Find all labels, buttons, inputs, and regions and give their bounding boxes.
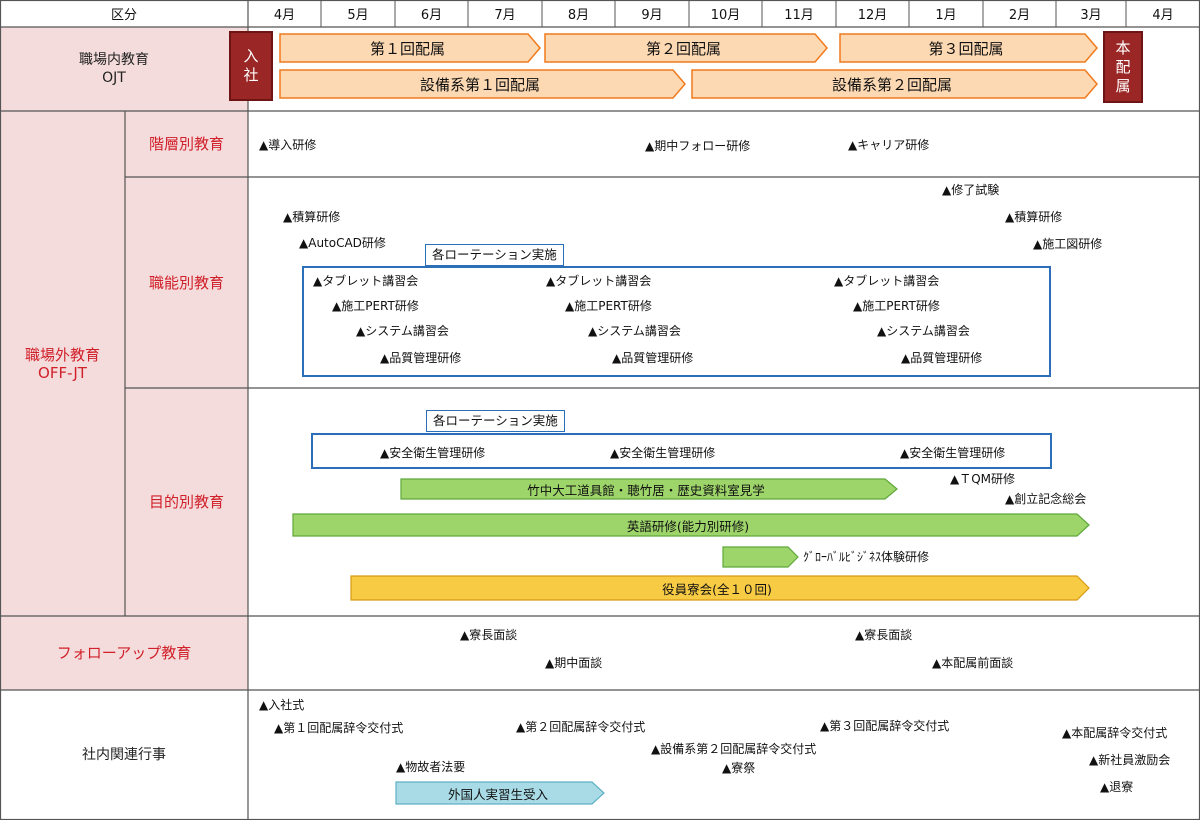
- bar-english: 英語研修(能力別研修): [626, 518, 750, 534]
- event-autocad: ▲AutoCAD研修: [299, 236, 386, 250]
- month-feb: 2月: [1008, 8, 1031, 23]
- month-mar: 3月: [1080, 8, 1102, 23]
- month-dec: 12月: [857, 8, 888, 23]
- month-nov: 11月: [784, 8, 814, 23]
- row-label-follow: フォローアップ教育: [56, 644, 192, 662]
- rot-anzen-3: ▲安全衛生管理研修: [900, 446, 1006, 460]
- rot-pert-1: ▲施工PERT研修: [332, 299, 419, 313]
- event-donyu: ▲導入研修: [259, 138, 317, 152]
- row-label-shokuno: 職能別教育: [148, 273, 224, 292]
- event-jirei-3: ▲第３回配属辞令交付式: [820, 719, 950, 733]
- event-jirei-setsubi2: ▲設備系第２回配属辞令交付式: [651, 742, 817, 756]
- rot-tablet-2: ▲タブレット講習会: [546, 274, 652, 288]
- rot-system-3: ▲システム講習会: [877, 324, 970, 338]
- rot-system-2: ▲システム講習会: [588, 324, 681, 338]
- event-shuryo: ▲修了試験: [942, 183, 1000, 197]
- month-oct: 10月: [710, 8, 741, 23]
- event-soritsu: ▲創立記念総会: [1005, 492, 1087, 506]
- mokuteki-rotation-label: 各ローテーション実施: [426, 410, 565, 432]
- event-nyushashiki: ▲入社式: [259, 698, 305, 712]
- event-kichu-follow: ▲期中フォロー研修: [645, 139, 751, 153]
- event-ryosai: ▲寮祭: [722, 761, 756, 775]
- row-label-offjt: 職場外教育 OFF-JT: [24, 345, 100, 382]
- event-ryocho-1: ▲寮長面談: [460, 628, 518, 642]
- event-sekozu: ▲施工図研修: [1033, 237, 1103, 251]
- month-jul: 7月: [494, 8, 516, 23]
- event-sekisan-1: ▲積算研修: [283, 210, 341, 224]
- row-label-mokuteki: 目的別教育: [148, 493, 224, 511]
- rot-system-1: ▲システム講習会: [356, 324, 449, 338]
- setsubi2-label: 設備系第２回配属: [831, 75, 952, 94]
- month-sep: 9月: [641, 8, 663, 23]
- haizoku1-label: 第１回配属: [369, 39, 445, 58]
- event-tqm: ▲ＴQM研修: [950, 472, 1016, 486]
- shokuno-rotation-label: 各ローテーション実施: [425, 244, 564, 266]
- event-career: ▲キャリア研修: [848, 138, 930, 152]
- month-jan: 1月: [935, 8, 957, 23]
- haizoku2-label: 第２回配属: [645, 39, 721, 58]
- event-hoyo: ▲物故者法要: [396, 760, 466, 774]
- bar-yakuin: 役員寮会(全１０回): [662, 581, 772, 597]
- rot-hinshitsu-1: ▲品質管理研修: [380, 351, 462, 365]
- month-may: 5月: [347, 8, 369, 23]
- event-jirei-2: ▲第２回配属辞令交付式: [516, 720, 646, 734]
- month-apr: 4月: [273, 8, 296, 23]
- rot-hinshitsu-2: ▲品質管理研修: [612, 351, 694, 365]
- bar-gaikokujin: 外国人実習生受入: [447, 786, 548, 802]
- honhaizoku-box: 本 配 属: [1103, 31, 1143, 103]
- label-global: ｸﾞﾛｰﾊﾞﾙﾋﾞｼﾞﾈｽ体験研修: [803, 550, 930, 564]
- event-gekireikai: ▲新社員激励会: [1089, 753, 1171, 767]
- month-apr-next: 4月: [1152, 8, 1174, 23]
- event-ryocho-2: ▲寮長面談: [855, 628, 913, 642]
- event-jirei-1: ▲第１回配属辞令交付式: [274, 721, 404, 735]
- rot-pert-3: ▲施工PERT研修: [853, 299, 940, 313]
- bar-global-shape: [722, 546, 799, 568]
- header-kubun: 区分: [110, 8, 137, 23]
- nyusha-box: 入 社: [229, 31, 273, 101]
- row-label-shanai: 社内関連行事: [82, 747, 166, 763]
- rot-tablet-1: ▲タブレット講習会: [313, 274, 419, 288]
- setsubi1-label: 設備系第１回配属: [419, 75, 540, 94]
- event-jirei-hon: ▲本配属辞令交付式: [1062, 726, 1168, 740]
- bar-takenaka: 竹中大工道具館・聴竹居・歴史資料室見学: [527, 482, 765, 498]
- rot-anzen-1: ▲安全衛生管理研修: [380, 446, 486, 460]
- row-label-kaiso: 階層別教育: [148, 135, 224, 153]
- month-aug: 8月: [567, 8, 590, 23]
- haizoku3-label: 第３回配属: [928, 39, 1004, 58]
- event-tairyo: ▲退寮: [1100, 780, 1134, 794]
- rot-anzen-2: ▲安全衛生管理研修: [610, 446, 716, 460]
- event-sekisan-2: ▲積算研修: [1005, 210, 1063, 224]
- event-kichu-mendan: ▲期中面談: [545, 656, 603, 670]
- row-label-ojt: 職場内教育 OJT: [79, 52, 149, 86]
- event-honhaizoku-mendan: ▲本配属前面談: [932, 656, 1014, 670]
- month-jun: 6月: [420, 8, 443, 23]
- rot-pert-2: ▲施工PERT研修: [565, 299, 652, 313]
- rot-hinshitsu-3: ▲品質管理研修: [901, 351, 983, 365]
- rot-tablet-3: ▲タブレット講習会: [834, 274, 940, 288]
